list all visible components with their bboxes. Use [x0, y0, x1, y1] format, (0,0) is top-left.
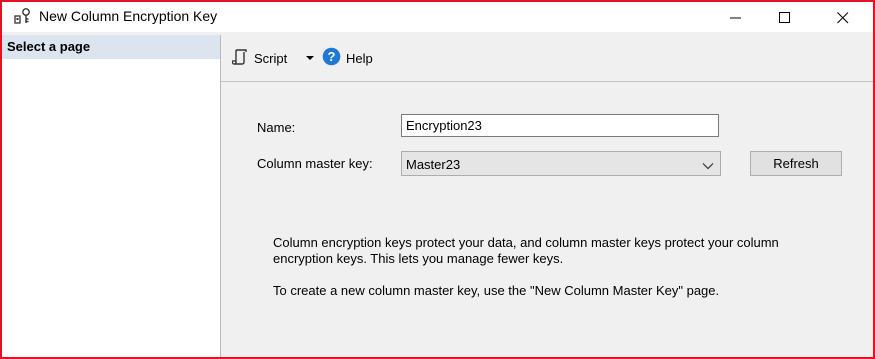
- info-instruction: To create a new column master key, use t…: [273, 283, 720, 298]
- help-label: Help: [346, 50, 373, 66]
- caret-down-icon: [306, 56, 314, 60]
- close-button[interactable]: [820, 2, 866, 32]
- column-master-key-label: Column master key:: [257, 156, 373, 171]
- chevron-down-icon: [702, 159, 714, 170]
- name-label: Name:: [257, 120, 296, 135]
- column-master-key-value: Master23: [406, 157, 461, 172]
- svg-text:?: ?: [328, 49, 336, 64]
- page-selector-panel: Select a page: [2, 35, 221, 357]
- maximize-button[interactable]: [762, 2, 808, 32]
- column-master-key-select[interactable]: Master23: [401, 151, 721, 176]
- refresh-button[interactable]: Refresh: [750, 151, 842, 176]
- title-bar[interactable]: New Column Encryption Key: [2, 2, 873, 32]
- window-title: New Column Encryption Key: [39, 8, 218, 24]
- help-icon: ?: [322, 47, 341, 69]
- close-icon: [837, 12, 849, 24]
- info-description: Column encryption keys protect your data…: [273, 235, 779, 266]
- dialog-window: New Column Encryption Key Select a page: [0, 0, 875, 359]
- maximize-icon: [779, 12, 790, 23]
- key-icon: [14, 7, 32, 25]
- script-button[interactable]: Script: [231, 48, 288, 69]
- name-input[interactable]: [401, 114, 719, 137]
- minimize-button[interactable]: [713, 2, 759, 32]
- general-page: Name: Column master key: Master23 Refres…: [221, 82, 873, 357]
- minimize-icon: [730, 17, 741, 19]
- info-text: Column encryption keys protect your data…: [273, 235, 813, 299]
- script-icon: [231, 48, 248, 69]
- toolbar: Script ? Help: [221, 35, 873, 82]
- select-page-header: Select a page: [2, 35, 220, 59]
- script-dropdown-button[interactable]: [303, 48, 317, 68]
- script-label: Script: [254, 50, 288, 66]
- help-button[interactable]: ? Help: [322, 47, 373, 69]
